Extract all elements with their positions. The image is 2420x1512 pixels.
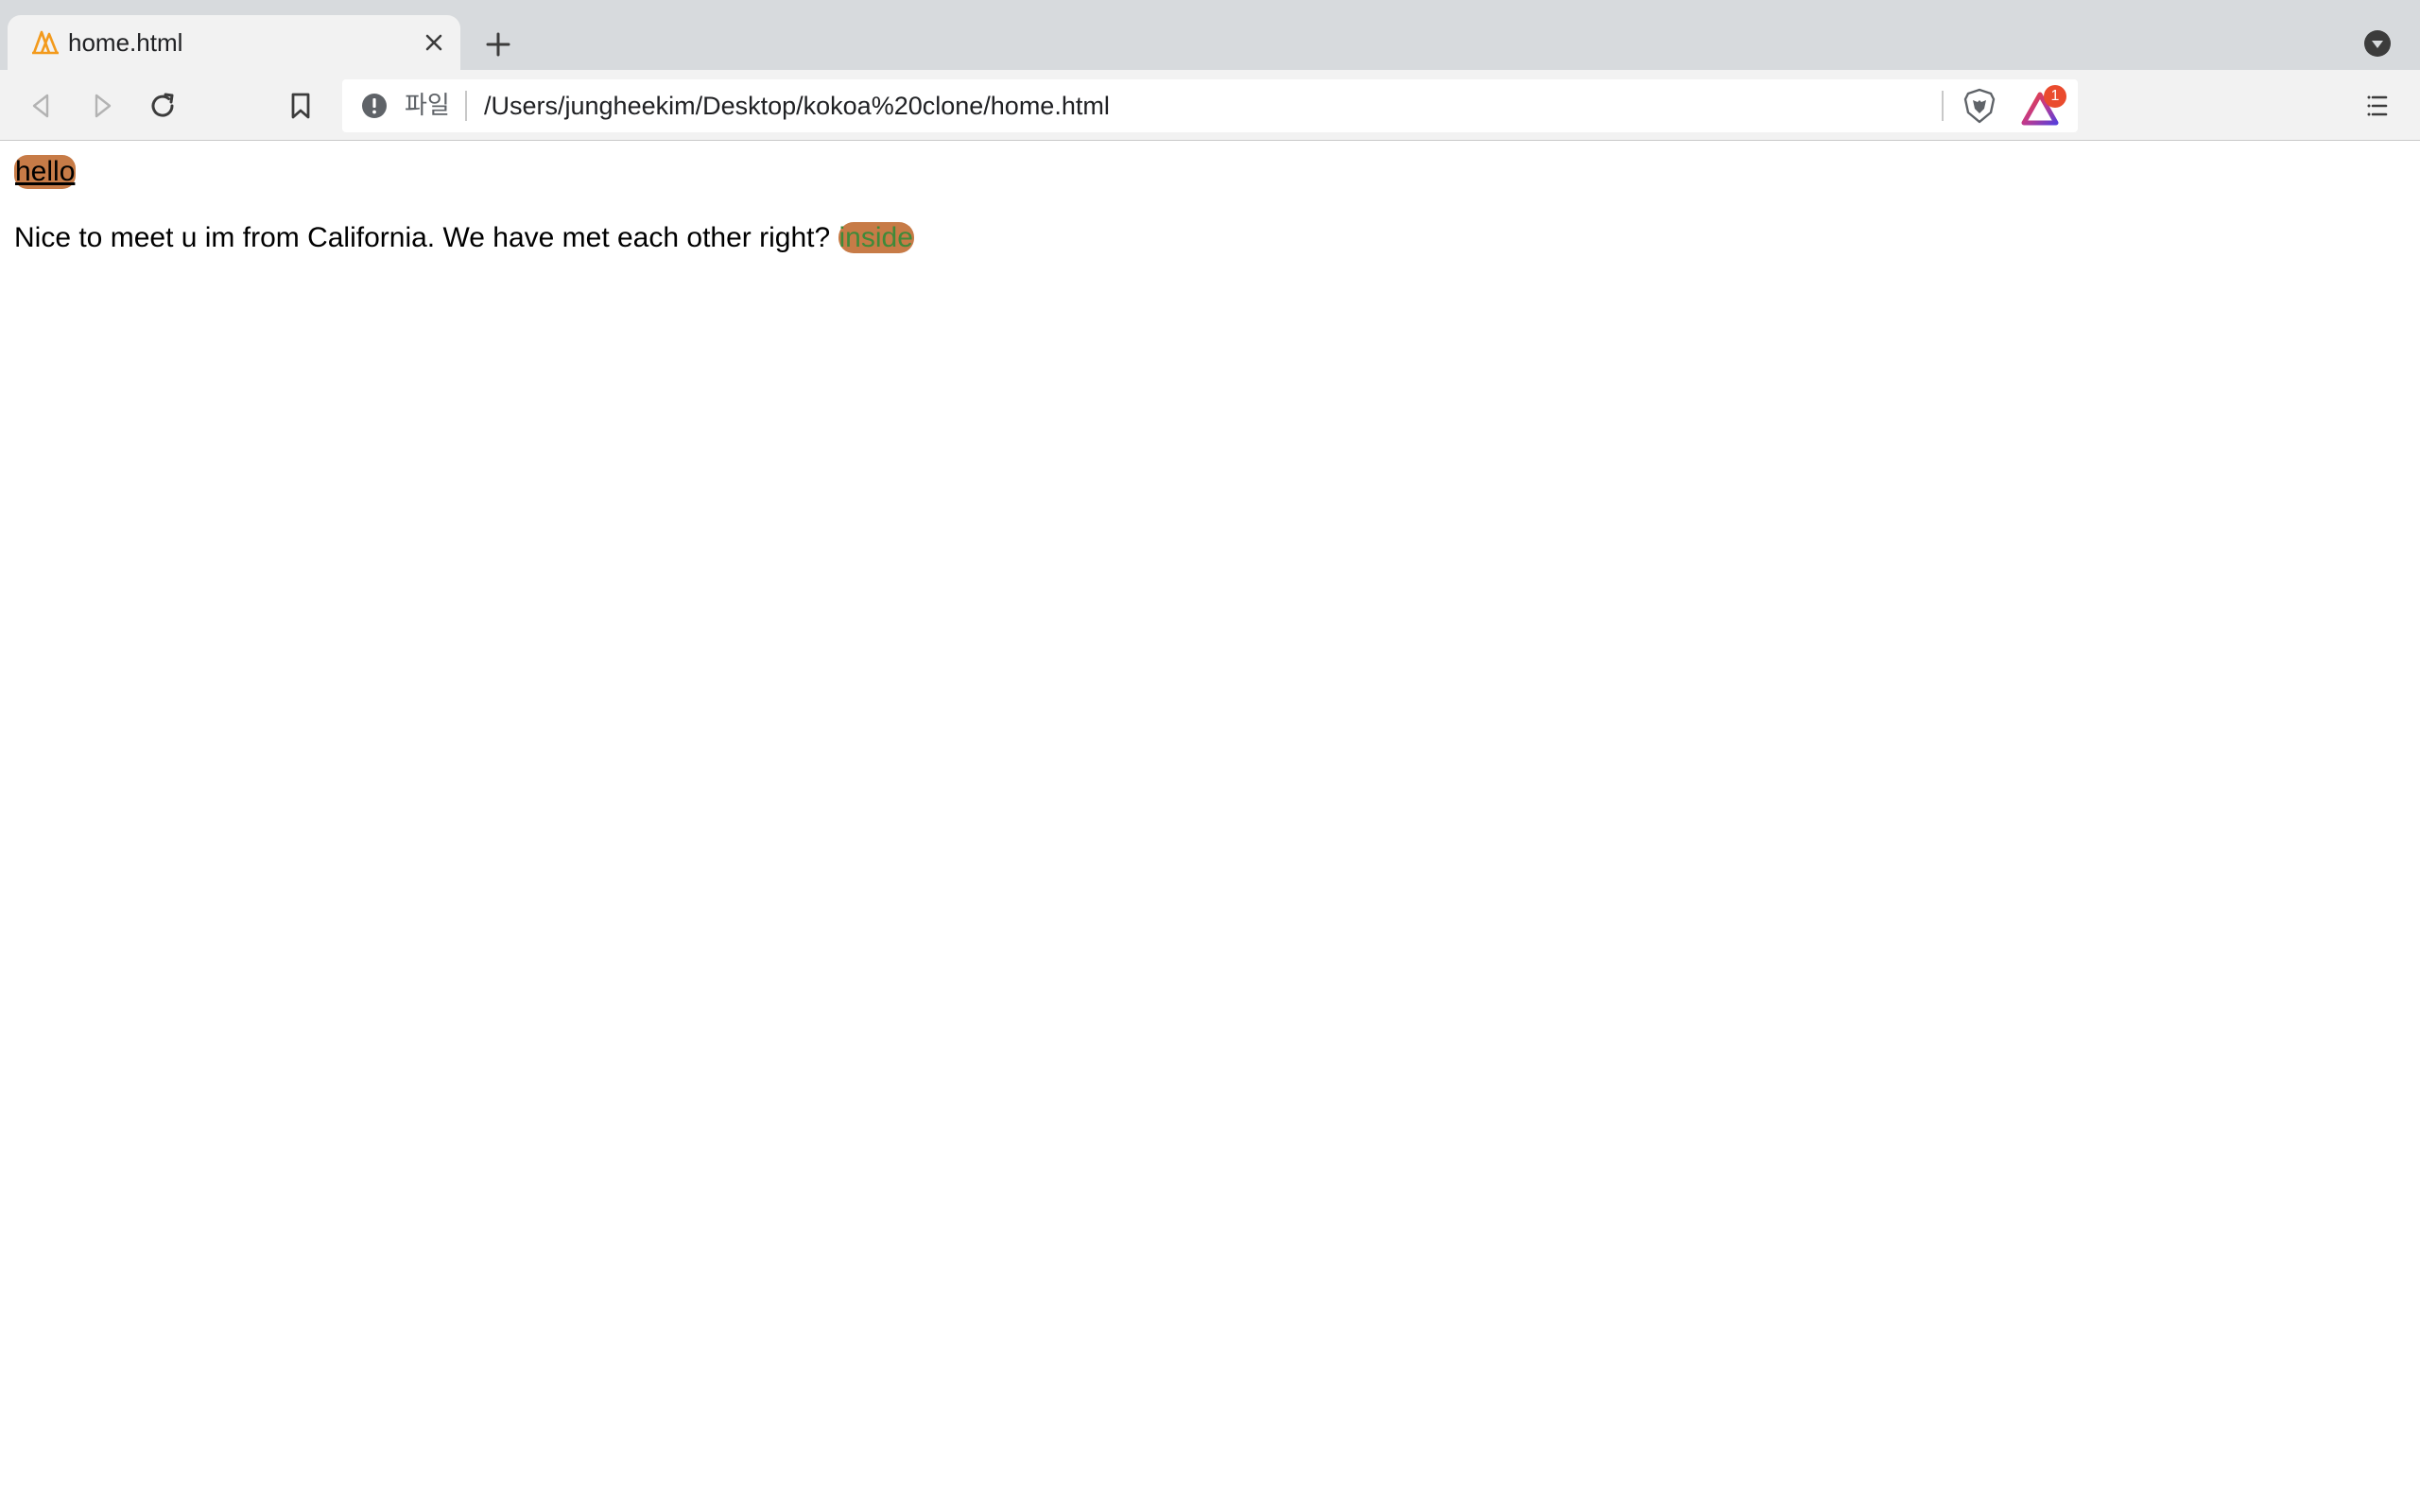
tab-title: home.html [68, 28, 183, 57]
reload-icon [151, 93, 174, 117]
omnibox-divider [1942, 91, 1944, 121]
back-icon [32, 94, 49, 118]
brave-shields-icon[interactable] [1961, 87, 1998, 125]
brave-rewards-icon[interactable]: 1 [2021, 85, 2068, 127]
reload-button[interactable] [142, 85, 183, 127]
paragraph: Nice to meet u im from California. We ha… [14, 221, 914, 255]
paragraph-text: Nice to meet u im from California. We ha… [14, 222, 831, 253]
brave-favicon-icon [26, 28, 64, 57]
url-text[interactable]: /Users/jungheekim/Desktop/kokoa%20clone/… [484, 93, 1110, 119]
tab-home-html[interactable]: home.html [8, 15, 460, 70]
hello-text: hello [14, 155, 77, 189]
page-content: hello Nice to meet u im from California.… [0, 142, 2420, 1512]
menu-icon [2367, 95, 2388, 116]
rewards-badge: 1 [2044, 85, 2066, 108]
scheme-divider [465, 91, 467, 121]
toolbar: 파일 /Users/jungheekim/Desktop/kokoa%20clo… [0, 70, 2420, 141]
back-button[interactable] [21, 85, 62, 127]
bookmark-button[interactable] [280, 85, 321, 127]
forward-icon [95, 94, 112, 118]
forward-button[interactable] [81, 85, 123, 127]
scheme-label: 파일 [405, 92, 450, 120]
tab-search-icon [2364, 30, 2391, 57]
close-icon[interactable] [420, 28, 448, 57]
new-tab-button[interactable] [480, 26, 516, 62]
address-bar[interactable]: 파일 /Users/jungheekim/Desktop/kokoa%20clo… [342, 79, 2078, 132]
tab-strip: home.html [0, 0, 2420, 70]
bookmark-icon [291, 93, 310, 119]
inside-text: inside [838, 222, 914, 253]
menu-button[interactable] [2358, 85, 2399, 127]
plus-icon [486, 32, 510, 57]
info-icon[interactable] [361, 93, 388, 119]
tab-search-button[interactable] [2362, 28, 2393, 59]
